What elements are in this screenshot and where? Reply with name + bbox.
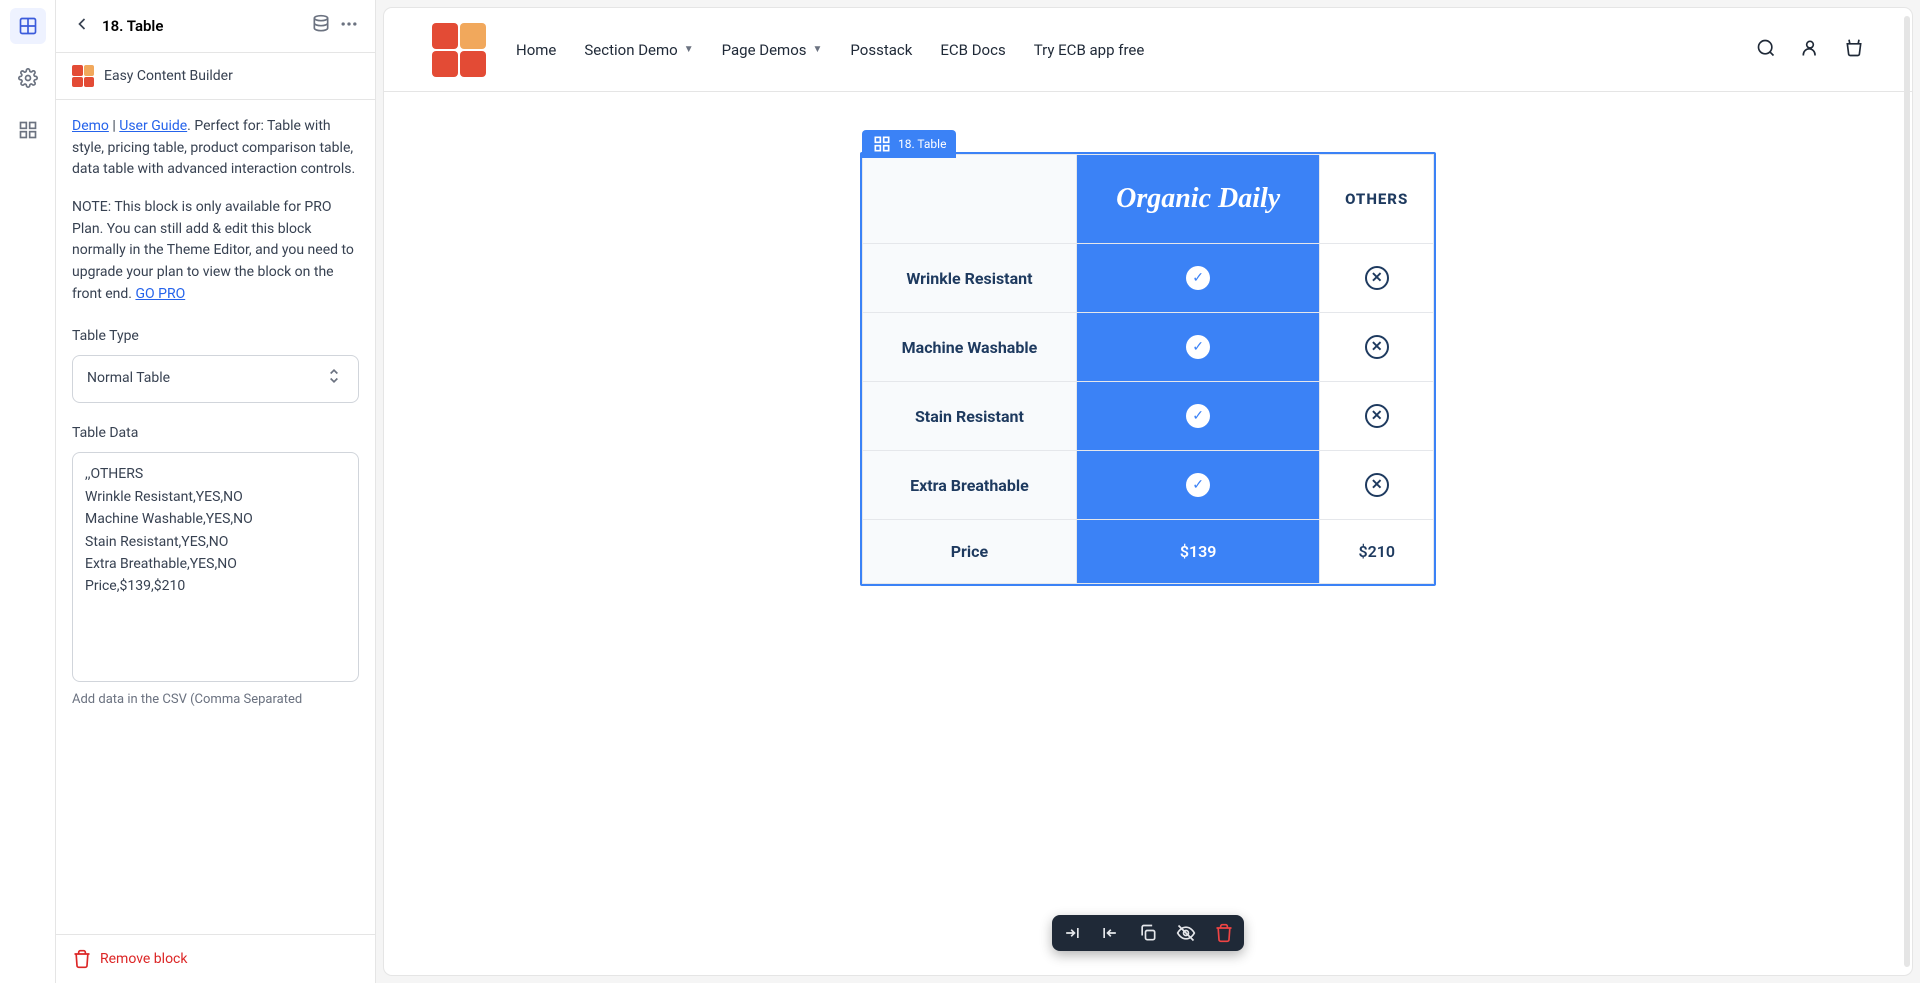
brand-name: Easy Content Builder — [104, 68, 233, 84]
nav-try-free[interactable]: Try ECB app free — [1034, 41, 1145, 59]
sidebar-brand: Easy Content Builder — [56, 53, 375, 100]
chevron-down-icon: ▼ — [813, 44, 823, 55]
demo-link[interactable]: Demo — [72, 118, 109, 134]
sidebar-content: Demo | User Guide. Perfect for: Table wi… — [56, 100, 375, 934]
table-type-label: Table Type — [72, 326, 359, 348]
table-type-select[interactable]: Normal Table — [72, 355, 359, 403]
nav: Home Section Demo▼ Page Demos▼ Posstack … — [516, 41, 1144, 59]
sidebar-footer: Remove block — [56, 934, 375, 983]
user-guide-link[interactable]: User Guide — [119, 118, 187, 134]
nav-posstack[interactable]: Posstack — [850, 41, 912, 59]
note-text: NOTE: This block is only available for P… — [72, 197, 359, 305]
x-icon: ✕ — [1365, 266, 1389, 290]
duplicate-icon[interactable] — [1138, 923, 1158, 943]
floating-toolbar — [1052, 915, 1244, 951]
remove-block-button[interactable]: Remove block — [72, 949, 359, 969]
database-icon[interactable] — [311, 14, 331, 38]
table-row: Stain Resistant ✓ ✕ — [863, 382, 1434, 451]
move-up-icon[interactable] — [1062, 923, 1082, 943]
canvas-body: 18. Table Organic Daily OTHERS Wrinkle R… — [384, 92, 1912, 646]
table-row: Machine Washable ✓ ✕ — [863, 313, 1434, 382]
table-header-brand: Organic Daily — [1076, 155, 1320, 244]
chevron-updown-icon — [324, 366, 344, 392]
nav-home[interactable]: Home — [516, 41, 556, 59]
check-icon: ✓ — [1186, 404, 1210, 428]
search-icon[interactable] — [1756, 38, 1776, 62]
delete-icon[interactable] — [1214, 923, 1234, 943]
left-rail — [0, 0, 56, 983]
brand-logo-icon — [72, 65, 94, 87]
user-icon[interactable] — [1800, 38, 1820, 62]
apps-rail-icon[interactable] — [10, 112, 46, 148]
chevron-down-icon: ▼ — [684, 44, 694, 55]
table-data-textarea-wrap — [72, 452, 359, 682]
table-header-empty — [863, 155, 1077, 244]
table-row: Price $139 $210 — [863, 520, 1434, 584]
scrollbar[interactable] — [1904, 16, 1910, 967]
go-pro-link[interactable]: GO PRO — [135, 286, 185, 302]
site-logo-icon[interactable] — [432, 23, 486, 77]
check-icon: ✓ — [1186, 335, 1210, 359]
check-icon: ✓ — [1186, 473, 1210, 497]
table-row: Extra Breathable ✓ ✕ — [863, 451, 1434, 520]
help-text: Add data in the CSV (Comma Separated — [72, 690, 359, 710]
x-icon: ✕ — [1365, 335, 1389, 359]
preview-topbar: Home Section Demo▼ Page Demos▼ Posstack … — [384, 8, 1912, 92]
table-data-label: Table Data — [72, 423, 359, 445]
more-icon[interactable] — [339, 14, 359, 38]
intro-text: Demo | User Guide. Perfect for: Table wi… — [72, 116, 359, 181]
back-button[interactable] — [72, 14, 92, 38]
table-row: Wrinkle Resistant ✓ ✕ — [863, 244, 1434, 313]
topbar-icons — [1756, 38, 1864, 62]
x-icon: ✕ — [1365, 473, 1389, 497]
sidebar-header: 18. Table — [56, 0, 375, 53]
table-block[interactable]: 18. Table Organic Daily OTHERS Wrinkle R… — [860, 152, 1436, 586]
nav-page-demos[interactable]: Page Demos▼ — [722, 41, 823, 59]
comparison-table: Organic Daily OTHERS Wrinkle Resistant ✓… — [862, 154, 1434, 584]
hide-icon[interactable] — [1176, 923, 1196, 943]
x-icon: ✕ — [1365, 404, 1389, 428]
sidebar: 18. Table Easy Content Builder Demo | Us… — [56, 0, 376, 983]
blocks-rail-icon[interactable] — [10, 8, 46, 44]
table-data-textarea[interactable] — [85, 463, 346, 663]
nav-section-demo[interactable]: Section Demo▼ — [584, 41, 693, 59]
canvas: Home Section Demo▼ Page Demos▼ Posstack … — [384, 8, 1912, 975]
sidebar-title: 18. Table — [102, 17, 301, 35]
nav-ecb-docs[interactable]: ECB Docs — [940, 41, 1005, 59]
check-icon: ✓ — [1186, 266, 1210, 290]
block-tag[interactable]: 18. Table — [862, 130, 956, 158]
settings-rail-icon[interactable] — [10, 60, 46, 96]
cart-icon[interactable] — [1844, 38, 1864, 62]
table-header-others: OTHERS — [1320, 155, 1434, 244]
move-down-icon[interactable] — [1100, 923, 1120, 943]
